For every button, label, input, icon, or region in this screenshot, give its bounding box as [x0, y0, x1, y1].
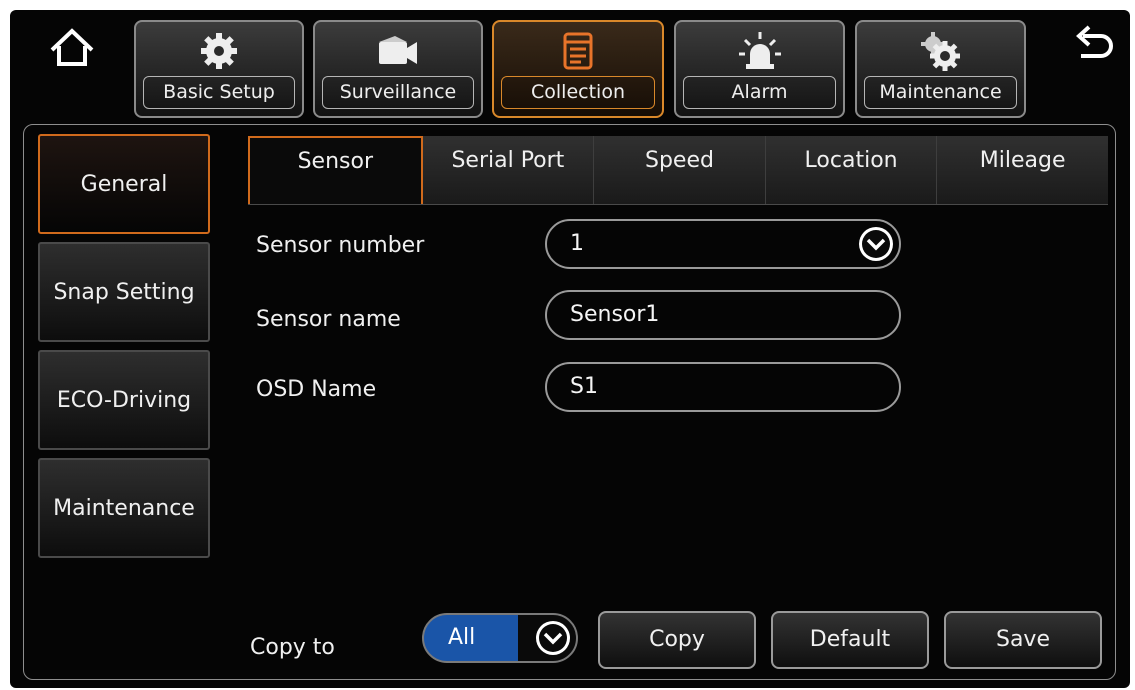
sidebar-item-label: Maintenance — [53, 495, 195, 521]
sidebar-item-label: General — [80, 171, 168, 197]
sidebar-item-label: Snap Setting — [53, 279, 195, 305]
copy-button[interactable]: Copy — [598, 611, 756, 669]
sensor-name-field[interactable]: Sensor1 — [545, 290, 901, 340]
sidebar-item-eco-driving[interactable]: ECO-Driving — [38, 350, 210, 450]
sidebar-item-label: ECO-Driving — [56, 387, 192, 413]
camera-icon — [315, 30, 481, 72]
tab-mileage[interactable]: Mileage — [937, 136, 1108, 204]
back-button[interactable] — [1069, 22, 1117, 70]
sensor-number-value: 1 — [570, 231, 584, 256]
nav-tab-label: Surveillance — [322, 76, 474, 109]
copy-to-value: All — [448, 625, 476, 650]
nav-tab-label: Maintenance — [864, 76, 1017, 109]
osd-name-value: S1 — [570, 374, 598, 399]
home-button[interactable] — [48, 24, 96, 72]
chevron-down-icon[interactable] — [534, 619, 572, 657]
nav-tab-label: Basic Setup — [143, 76, 295, 109]
sensor-number-select[interactable]: 1 — [545, 219, 901, 269]
alarm-light-icon — [676, 30, 843, 72]
tab-location[interactable]: Location — [765, 136, 938, 204]
sensor-name-label: Sensor name — [256, 307, 401, 332]
nav-tab-label: Collection — [501, 76, 655, 109]
gears-icon — [857, 30, 1024, 72]
nav-tab-surveillance[interactable]: Surveillance — [313, 20, 483, 118]
gear-icon — [136, 30, 302, 72]
sidebar-item-maintenance[interactable]: Maintenance — [38, 458, 210, 558]
tab-sensor[interactable]: Sensor — [248, 136, 423, 204]
sensor-number-label: Sensor number — [256, 233, 425, 258]
sub-tab-bar: Sensor Serial Port Speed Location Mileag… — [248, 136, 1108, 205]
osd-name-label: OSD Name — [256, 377, 377, 402]
save-button[interactable]: Save — [944, 611, 1102, 669]
osd-name-field[interactable]: S1 — [545, 362, 901, 412]
copy-to-label: Copy to — [250, 635, 335, 660]
collection-icon — [494, 30, 662, 72]
chevron-down-icon[interactable] — [857, 225, 895, 263]
back-arrow-icon — [1076, 25, 1113, 58]
nav-tab-maintenance[interactable]: Maintenance — [855, 20, 1026, 118]
nav-tab-alarm[interactable]: Alarm — [674, 20, 845, 118]
home-icon — [50, 28, 94, 66]
copy-to-select[interactable]: All — [422, 613, 578, 663]
tab-speed[interactable]: Speed — [594, 136, 766, 204]
sidebar-item-snap-setting[interactable]: Snap Setting — [38, 242, 210, 342]
default-button[interactable]: Default — [771, 611, 929, 669]
nav-tab-basic-setup[interactable]: Basic Setup — [134, 20, 304, 118]
nav-tab-collection[interactable]: Collection — [492, 20, 664, 118]
sidebar-item-general[interactable]: General — [38, 134, 210, 234]
tab-serial-port[interactable]: Serial Port — [422, 136, 595, 204]
nav-tab-label: Alarm — [683, 76, 836, 109]
sensor-name-value: Sensor1 — [570, 302, 660, 327]
